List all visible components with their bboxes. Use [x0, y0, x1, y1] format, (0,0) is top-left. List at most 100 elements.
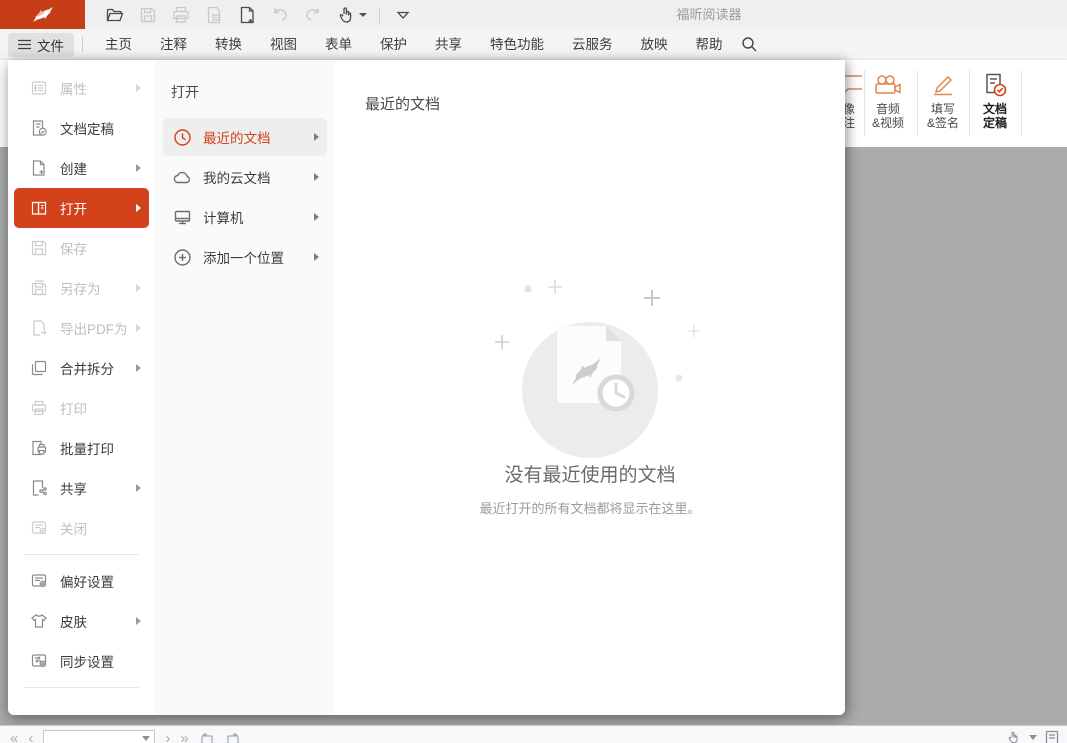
menu-item-label: 皮肤: [60, 611, 136, 631]
file-menu-item-batch-print[interactable]: 批量打印: [14, 428, 149, 468]
hamburger-icon: [18, 39, 31, 50]
file-menu-button[interactable]: 文件: [8, 33, 74, 57]
file-menu-item-print: 打印: [14, 388, 149, 428]
chevron-right-icon: [314, 213, 319, 221]
doc-finalize-icon: [982, 68, 1008, 102]
customize-toolbar-chevron-icon[interactable]: [386, 2, 419, 28]
menu-separator: [82, 37, 83, 52]
open-item-computer[interactable]: 计算机: [163, 198, 327, 236]
file-menu-item-create[interactable]: 创建: [14, 148, 149, 188]
menu-divider: [24, 554, 139, 555]
rotate-right-icon[interactable]: [225, 731, 241, 743]
tab-presentation[interactable]: 放映: [627, 29, 682, 60]
dropdown-caret-icon: [142, 736, 150, 741]
file-menu-item-save-as: 另存为: [14, 268, 149, 308]
file-menu-item-close: 关闭: [14, 508, 149, 548]
page-icon[interactable]: [1045, 730, 1059, 743]
hand-tool-icon[interactable]: [1006, 730, 1021, 743]
dropdown-caret-icon[interactable]: [1029, 735, 1037, 740]
menu-item-label: 关闭: [60, 518, 141, 538]
tab-comment[interactable]: 注释: [146, 29, 201, 60]
file-menu-label: 文件: [37, 35, 64, 55]
app-logo[interactable]: [0, 0, 85, 29]
open-item-cloud-docs[interactable]: 我的云文档: [163, 158, 327, 196]
chevron-right-icon: [136, 164, 141, 172]
ribbon-label: 定稿: [983, 116, 1007, 130]
ribbon-item-fill-sign[interactable]: 填写 &签名: [917, 68, 969, 130]
chevron-right-icon: [314, 133, 319, 141]
file-menu-item-open[interactable]: 打开: [14, 188, 149, 228]
menu-item-label: 共享: [60, 478, 136, 498]
tab-cloud[interactable]: 云服务: [558, 29, 627, 60]
batch-print-icon: [30, 439, 48, 457]
search-icon[interactable]: [741, 36, 758, 53]
title-bar: 福昕阅读器: [0, 0, 1067, 29]
ribbon-label: 音频: [876, 102, 900, 116]
first-page-button[interactable]: «: [10, 731, 18, 743]
open-item-add-place[interactable]: 添加一个位置: [163, 238, 327, 276]
save-icon: [131, 2, 164, 28]
file-menu-item-merge-split[interactable]: 合并拆分: [14, 348, 149, 388]
open-item-label: 添加一个位置: [203, 247, 314, 267]
menu-item-label: 打开: [60, 198, 136, 218]
open-item-label: 我的云文档: [203, 167, 314, 187]
new-document-icon[interactable]: [230, 2, 263, 28]
menu-item-label: 文档定稿: [60, 118, 141, 138]
chevron-right-icon: [136, 204, 141, 212]
file-menu-item-doc-finalize[interactable]: 文档定稿: [14, 108, 149, 148]
tab-view[interactable]: 视图: [256, 29, 311, 60]
page-number-combobox[interactable]: [43, 730, 155, 743]
ribbon-label: &视频: [872, 116, 904, 130]
chevron-right-icon: [136, 324, 141, 332]
empty-state-illustration: [470, 260, 710, 470]
tab-help[interactable]: 帮助: [682, 29, 737, 60]
open-folder-icon[interactable]: [98, 2, 131, 28]
menu-item-label: 同步设置: [60, 651, 141, 671]
tab-convert[interactable]: 转换: [201, 29, 256, 60]
tab-protect[interactable]: 保护: [366, 29, 421, 60]
ribbon-item-doc-finalize[interactable]: 文档 定稿: [969, 68, 1021, 130]
rotate-left-icon[interactable]: [199, 731, 215, 743]
floppy-save-as-icon: [30, 279, 48, 297]
file-menu-column: 属性 文档定稿 创建 打开 保存 另存为 导出PDF为: [8, 60, 155, 715]
menu-item-label: 合并拆分: [60, 358, 136, 378]
ribbon-item-audio-video[interactable]: 音频 &视频: [862, 68, 914, 130]
hand-tool-icon[interactable]: [329, 2, 373, 28]
chevron-right-icon: [136, 284, 141, 292]
menu-item-label: 保存: [60, 238, 141, 258]
open-panel-header: 打开: [155, 64, 335, 116]
file-menu-item-sync-settings[interactable]: 同步设置: [14, 641, 149, 681]
cloud-icon: [173, 168, 192, 187]
empty-state-title: 没有最近使用的文档: [335, 460, 845, 487]
menu-item-label: 批量打印: [60, 438, 141, 458]
dropdown-caret-icon: [359, 13, 367, 17]
tshirt-icon: [30, 612, 48, 630]
file-menu-item-skin[interactable]: 皮肤: [14, 601, 149, 641]
ribbon-label: 文档: [983, 102, 1007, 116]
redo-icon: [296, 2, 329, 28]
chevron-right-icon: [314, 173, 319, 181]
open-panel: 打开 最近的文档 我的云文档 计算机 添加一个位置: [155, 60, 335, 715]
recent-documents-panel: 最近的文档 没有最近使用的文档 最近打开的所有文档都将显示在这里。: [335, 60, 845, 715]
foxit-logo-icon: [30, 5, 56, 25]
computer-icon: [173, 208, 192, 227]
file-menu-item-preferences[interactable]: 偏好设置: [14, 561, 149, 601]
tab-share[interactable]: 共享: [421, 29, 476, 60]
tab-form[interactable]: 表单: [311, 29, 366, 60]
tab-features[interactable]: 特色功能: [476, 29, 558, 60]
last-page-button[interactable]: »: [180, 731, 188, 743]
file-menu-overlay: 属性 文档定稿 创建 打开 保存 另存为 导出PDF为: [8, 60, 845, 715]
prev-page-button[interactable]: ‹: [28, 731, 33, 743]
chevron-right-icon: [136, 84, 141, 92]
next-page-button[interactable]: ›: [165, 731, 170, 743]
chevron-right-icon: [136, 484, 141, 492]
ribbon-label: 填写: [931, 102, 955, 116]
doc-export-icon: [30, 319, 48, 337]
doc-settings-icon: [30, 572, 48, 590]
printer-icon: [30, 399, 48, 417]
file-menu-item-share[interactable]: 共享: [14, 468, 149, 508]
tab-home[interactable]: 主页: [91, 29, 146, 60]
open-item-recent-docs[interactable]: 最近的文档: [163, 118, 327, 156]
open-book-icon: [30, 199, 48, 217]
open-item-label: 最近的文档: [203, 127, 314, 147]
